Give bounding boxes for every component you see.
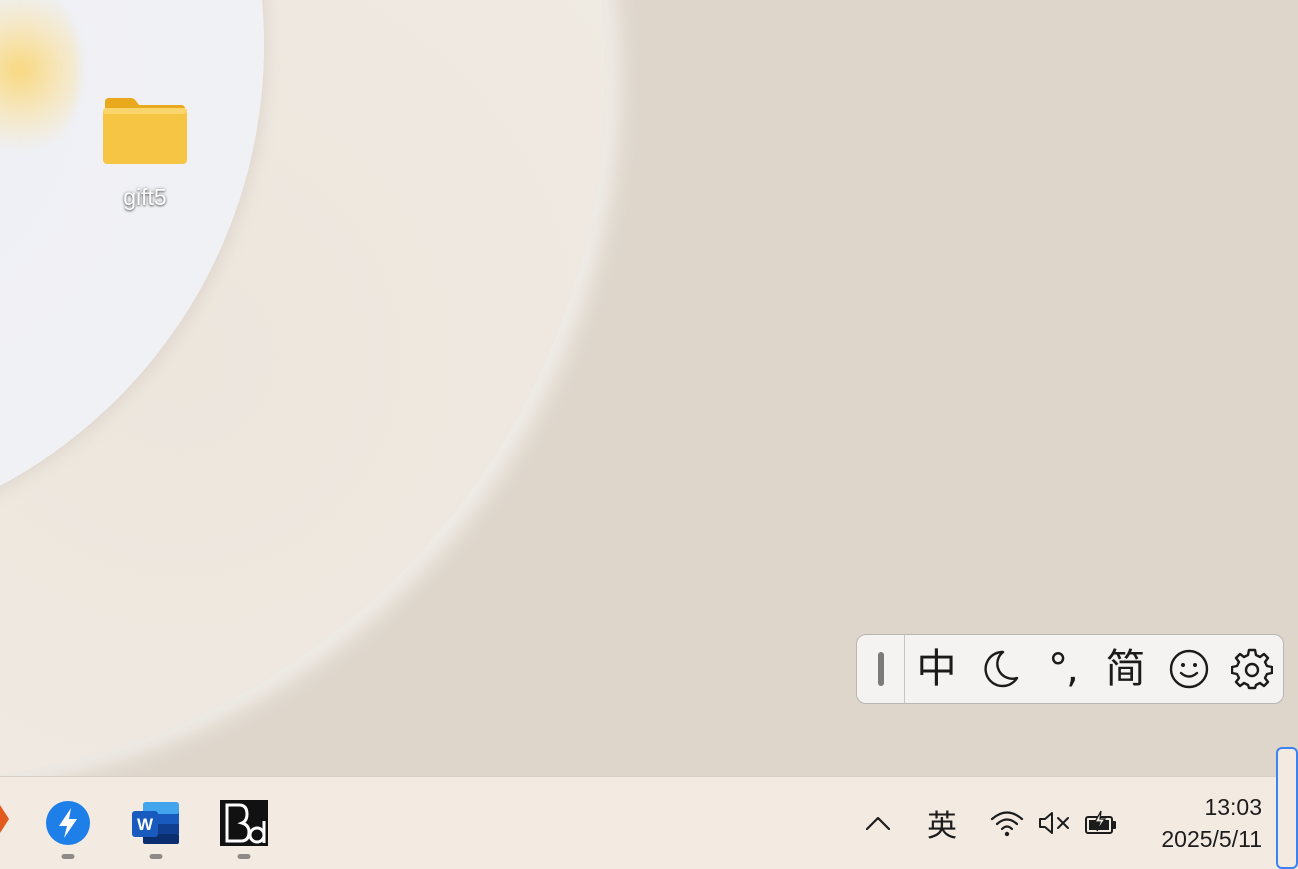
tray-network-button[interactable] bbox=[986, 777, 1028, 869]
tray-battery-button[interactable] bbox=[1082, 777, 1122, 869]
running-indicator bbox=[61, 854, 75, 859]
show-desktop-button[interactable] bbox=[1276, 747, 1298, 869]
gear-icon bbox=[1230, 648, 1273, 690]
ime-theme-button[interactable] bbox=[968, 635, 1031, 703]
ime-drag-handle[interactable] bbox=[857, 635, 905, 703]
partial-app-icon[interactable] bbox=[0, 805, 9, 833]
ime-mode-label: 中 bbox=[916, 646, 957, 692]
volume-muted-icon bbox=[1039, 812, 1069, 834]
svg-text:W: W bbox=[137, 815, 154, 834]
tray-language-label: 英 bbox=[927, 809, 957, 844]
thunder-lightning-icon bbox=[46, 801, 90, 845]
running-indicator bbox=[149, 854, 163, 859]
clock-date: 2025/5/11 bbox=[1161, 826, 1262, 852]
chevron-up-icon bbox=[865, 816, 891, 831]
wifi-icon bbox=[990, 811, 1024, 837]
tray-language-button[interactable]: 英 bbox=[918, 777, 966, 869]
ime-mode-button[interactable]: 中 bbox=[905, 635, 968, 703]
word-icon: W bbox=[132, 802, 179, 844]
bd-app-icon bbox=[220, 800, 268, 846]
clock-time: 13:03 bbox=[1204, 794, 1262, 820]
ime-toolbar: 中 °, 简 bbox=[856, 634, 1284, 704]
moon-icon bbox=[983, 650, 1018, 688]
taskbar-app-thunder[interactable] bbox=[30, 777, 106, 869]
ime-settings-button[interactable] bbox=[1220, 635, 1283, 703]
ime-script-button[interactable]: 简 bbox=[1094, 635, 1157, 703]
desktop-icon-label: gift5 bbox=[123, 184, 167, 210]
battery-charging-icon bbox=[1085, 810, 1116, 834]
clock[interactable]: 13:03 2025/5/11 bbox=[1161, 791, 1262, 855]
grip-icon bbox=[877, 652, 884, 686]
taskbar: W 英 13:03 2025/5/11 bbox=[0, 776, 1298, 869]
running-indicator bbox=[237, 854, 251, 859]
desktop-icon-gift5[interactable]: gift5 bbox=[92, 92, 198, 211]
folder-icon bbox=[103, 98, 187, 164]
tray-volume-button[interactable] bbox=[1036, 777, 1072, 869]
taskbar-app-bd[interactable] bbox=[206, 777, 282, 869]
ime-punctuation-button[interactable]: °, bbox=[1031, 635, 1094, 703]
smiley-icon bbox=[1169, 649, 1208, 689]
taskbar-app-word[interactable]: W bbox=[118, 777, 194, 869]
ime-emoji-button[interactable] bbox=[1157, 635, 1220, 703]
ime-script-label: 简 bbox=[1105, 646, 1146, 692]
ime-punctuation-label: °, bbox=[1048, 646, 1079, 692]
tray-overflow-button[interactable] bbox=[858, 777, 898, 869]
